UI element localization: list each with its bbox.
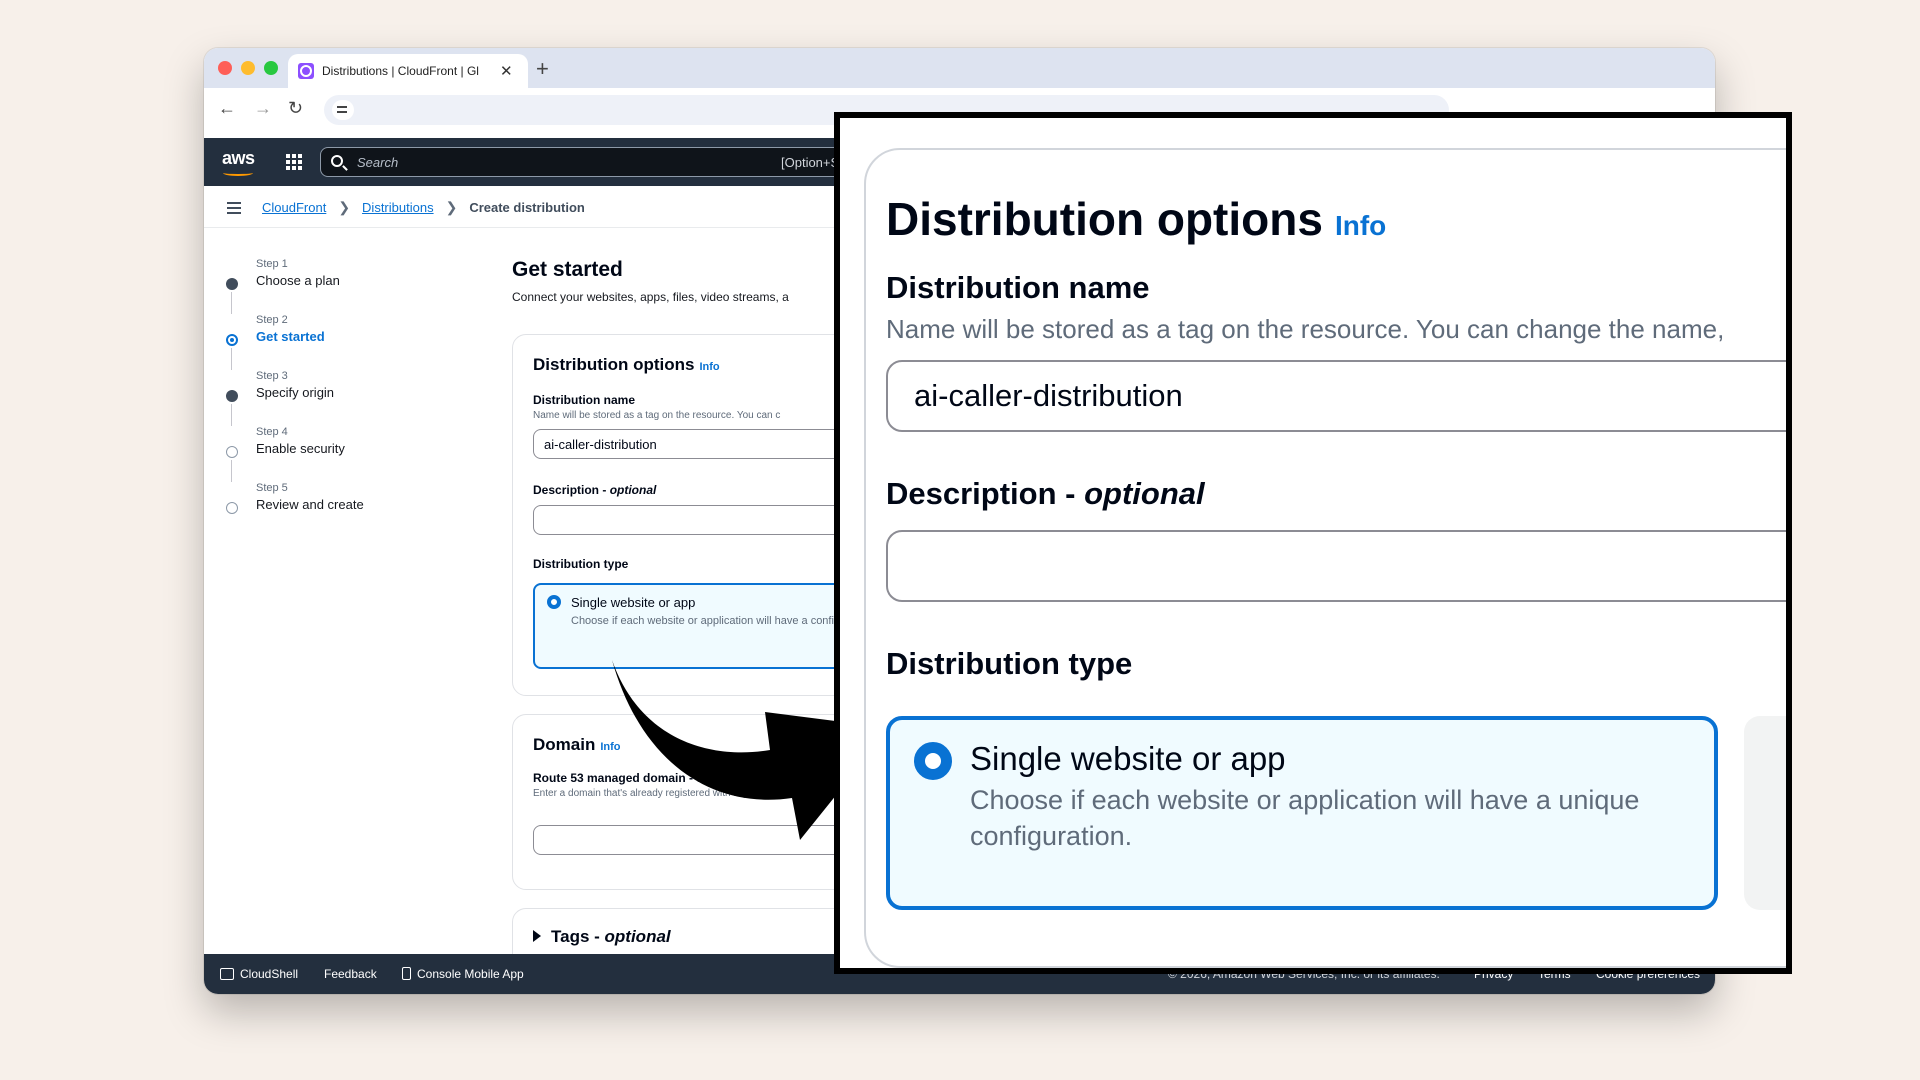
step-done-icon [226, 390, 238, 402]
aws-logo-smile [223, 170, 253, 176]
browser-tab[interactable]: Distributions | CloudFront | Gl ✕ [288, 54, 528, 88]
zoom-name-help: Name will be stored as a tag on the reso… [886, 314, 1725, 344]
step-enable-security: Step 4 Enable security [226, 426, 486, 482]
new-tab-button[interactable]: + [536, 56, 549, 82]
step-pending-icon [226, 446, 238, 458]
zoom-single-website-option[interactable]: Single website or app Choose if each web… [886, 716, 1718, 910]
step-label: Review and create [256, 497, 364, 512]
zoom-option-description: Choose if each website or application wi… [970, 785, 1640, 851]
caret-right-icon [533, 930, 541, 942]
zoom-info-link[interactable]: Info [1335, 210, 1386, 241]
zoom-type-label: Distribution type [886, 646, 1133, 681]
minimize-window-button[interactable] [241, 61, 255, 75]
zoom-description-label: Description - optional [886, 476, 1205, 512]
distribution-type-label: Distribution type [533, 557, 629, 571]
zoom-next-option-edge[interactable] [1744, 716, 1786, 910]
reload-icon[interactable]: ↻ [288, 98, 303, 119]
search-icon [331, 155, 343, 167]
zoom-name-label: Distribution name [886, 270, 1150, 305]
optional-marker: optional [604, 927, 671, 946]
back-icon[interactable]: ← [218, 98, 236, 119]
card-title-text: Domain [533, 735, 596, 754]
cloudfront-favicon-icon [298, 63, 314, 79]
step-specify-origin[interactable]: Step 3 Specify origin [226, 370, 486, 426]
radio-selected-icon[interactable] [547, 595, 561, 609]
search-placeholder: Search [357, 155, 399, 170]
tab-bar: Distributions | CloudFront | Gl ✕ + [204, 48, 1715, 88]
step-label: Enable security [256, 441, 345, 456]
step-number: Step 4 [256, 426, 288, 438]
step-label: Get started [256, 329, 325, 344]
tab-title: Distributions | CloudFront | Gl [322, 64, 479, 78]
site-settings-icon[interactable] [332, 100, 354, 120]
maximize-window-button[interactable] [264, 61, 278, 75]
mobile-app-link[interactable]: Console Mobile App [402, 967, 524, 981]
mobile-phone-icon [402, 967, 411, 980]
console-search-input[interactable]: Search [Option+S] [320, 147, 920, 177]
zoom-callout: Distribution options Info Distribution na… [834, 112, 1792, 974]
cloudshell-label: CloudShell [240, 967, 299, 981]
close-window-button[interactable] [218, 61, 232, 75]
step-current-icon [226, 334, 238, 346]
step-number: Step 2 [256, 314, 288, 326]
breadcrumb-distributions[interactable]: Distributions [362, 200, 434, 215]
optional-marker: optional [609, 483, 657, 497]
step-connector [231, 404, 232, 426]
step-review-create: Step 5 Review and create [226, 482, 486, 538]
card-title-text: Distribution options [533, 355, 695, 374]
zoom-title-text: Distribution options [886, 193, 1323, 245]
tags-title: Tags - [551, 927, 605, 946]
feedback-link[interactable]: Feedback [324, 967, 377, 981]
zoom-radio-selected-icon[interactable] [914, 742, 952, 780]
step-done-icon [226, 278, 238, 290]
zoom-description-label-text: Description - [886, 476, 1085, 511]
mobile-app-label: Console Mobile App [417, 967, 524, 981]
info-link[interactable]: Info [699, 361, 719, 373]
card-title: Distribution options Info [533, 355, 720, 375]
services-grid-icon[interactable] [286, 154, 302, 170]
description-label-text: Description - [533, 483, 610, 497]
chevron-right-icon: ❯ [338, 199, 351, 215]
breadcrumb-current: Create distribution [469, 200, 585, 215]
step-connector [231, 348, 232, 370]
zoom-card-title: Distribution options Info [886, 192, 1386, 246]
step-number: Step 5 [256, 482, 288, 494]
zoom-name-input[interactable]: ai-caller-distribution [886, 360, 1786, 432]
terminal-icon [220, 968, 234, 980]
step-pending-icon [226, 502, 238, 514]
zoom-optional-marker: optional [1084, 476, 1205, 511]
description-label: Description - optional [533, 483, 656, 497]
distribution-name-label: Distribution name [533, 393, 636, 407]
tags-expander[interactable]: Tags - optional [533, 927, 671, 947]
breadcrumb: CloudFront ❯ Distributions ❯ Create dist… [262, 199, 585, 216]
step-number: Step 1 [256, 258, 288, 270]
step-choose-plan[interactable]: Step 1 Choose a plan [226, 258, 486, 314]
step-get-started[interactable]: Step 2 Get started [226, 314, 486, 370]
wizard-steps: Step 1 Choose a plan Step 2 Get started … [226, 258, 486, 538]
step-label: Choose a plan [256, 273, 340, 288]
tab-close-icon[interactable]: ✕ [500, 62, 513, 80]
chevron-right-icon: ❯ [445, 199, 458, 215]
step-number: Step 3 [256, 370, 288, 382]
option-title: Single website or app [571, 595, 696, 610]
menu-icon[interactable] [227, 202, 241, 204]
zoom-option-title: Single website or app [970, 740, 1286, 777]
forward-icon[interactable]: → [254, 98, 272, 119]
step-connector [231, 460, 232, 482]
step-connector [231, 292, 232, 314]
step-label: Specify origin [256, 385, 335, 400]
zoom-description-input[interactable] [886, 530, 1786, 602]
cloudshell-link[interactable]: CloudShell [220, 967, 298, 981]
aws-logo[interactable]: aws [222, 148, 255, 169]
breadcrumb-cloudfront[interactable]: CloudFront [262, 200, 326, 215]
